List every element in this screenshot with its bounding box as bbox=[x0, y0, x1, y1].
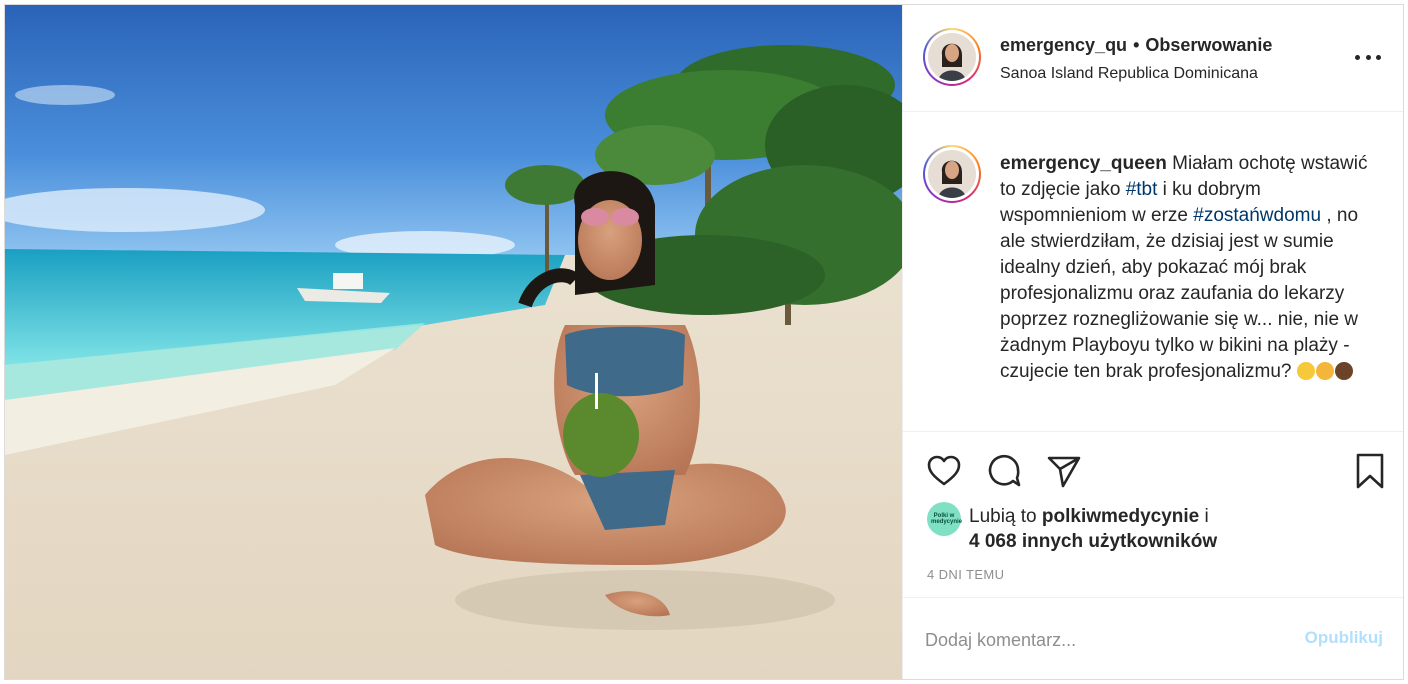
liker-avatar[interactable]: Polki w medycynie bbox=[927, 502, 963, 536]
comments-section: emergency_queen Miałam ochotę wstawić to… bbox=[903, 113, 1403, 427]
avatar-photo-icon bbox=[928, 33, 976, 81]
add-comment-bar: Opublikuj bbox=[903, 597, 1403, 679]
more-horizontal-icon[interactable] bbox=[1355, 50, 1381, 64]
likes-count-link[interactable]: 4 068 innych użytkowników bbox=[969, 531, 1217, 553]
likes-conjunction: i bbox=[1199, 506, 1209, 527]
publish-button[interactable]: Opublikuj bbox=[1305, 628, 1383, 648]
post-timestamp[interactable]: 4 DNI TEMU bbox=[927, 567, 1004, 582]
heart-icon[interactable] bbox=[925, 452, 963, 490]
liker-username[interactable]: polkiwmedycynie bbox=[1042, 506, 1199, 527]
beach-photo bbox=[5, 5, 902, 679]
author-avatar[interactable] bbox=[923, 28, 981, 86]
likes-summary: Lubią to polkiwmedycynie i bbox=[969, 506, 1209, 528]
comment-bubble-icon[interactable] bbox=[985, 452, 1023, 490]
caption-text-3: , no ale stwierdziłam, że dzisiaj jest w… bbox=[1000, 205, 1359, 382]
zany-face-emoji-icon bbox=[1315, 362, 1334, 380]
comment-input[interactable] bbox=[925, 620, 1265, 660]
follow-status-button[interactable]: Obserwowanie bbox=[1145, 35, 1272, 55]
paper-plane-icon[interactable] bbox=[1045, 452, 1083, 490]
post-header: emergency_qu • Obserwowanie Sanoa Island R… bbox=[903, 5, 1403, 112]
avatar-photo-icon bbox=[928, 150, 976, 198]
post-caption: emergency_queen Miałam ochotę wstawić to… bbox=[1000, 151, 1385, 385]
author-username[interactable]: emergency_qu bbox=[1000, 35, 1127, 55]
grimacing-emoji-icon bbox=[1296, 362, 1315, 380]
caption-author-avatar[interactable] bbox=[923, 145, 981, 203]
bookmark-icon[interactable] bbox=[1351, 452, 1389, 490]
header-separator: • bbox=[1133, 35, 1140, 55]
header-user-line: emergency_qu • Obserwowanie bbox=[1000, 35, 1272, 56]
post-photo[interactable] bbox=[5, 5, 902, 679]
post-location[interactable]: Sanoa Island Republica Dominicana bbox=[1000, 65, 1258, 83]
post-dialog: emergency_qu • Obserwowanie Sanoa Island R… bbox=[4, 4, 1404, 680]
post-actions: Polki w medycynie Lubią to polkiwmedycyn… bbox=[903, 431, 1403, 597]
post-sidebar: emergency_qu • Obserwowanie Sanoa Island R… bbox=[902, 5, 1403, 679]
coconut-emoji-icon bbox=[1334, 362, 1353, 380]
liker-avatar-text: Polki w medycynie bbox=[931, 513, 963, 525]
hashtag-zostanwdomu[interactable]: #zostańwdomu bbox=[1193, 205, 1321, 226]
caption-username[interactable]: emergency_queen bbox=[1000, 153, 1167, 174]
likes-prefix: Lubią to bbox=[969, 506, 1042, 527]
hashtag-tbt[interactable]: #tbt bbox=[1126, 179, 1158, 200]
